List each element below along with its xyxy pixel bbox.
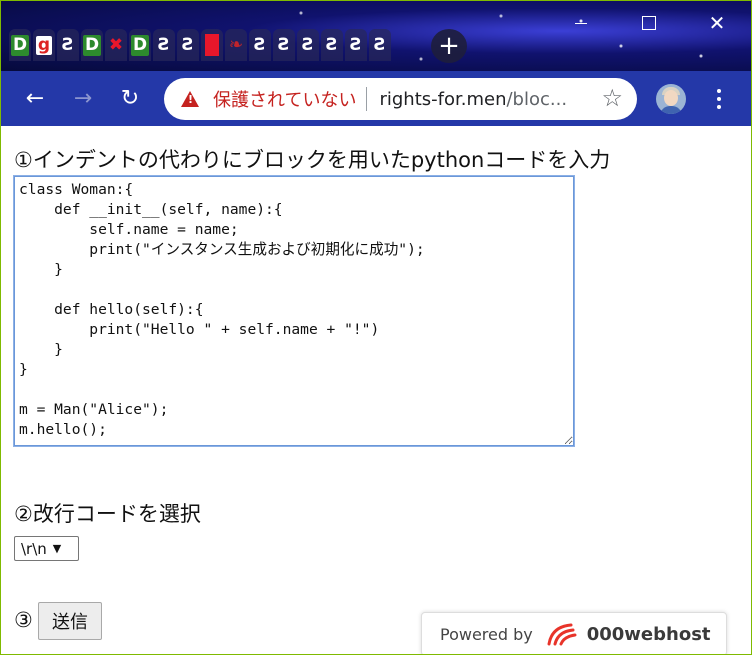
- profile-avatar[interactable]: [656, 84, 686, 114]
- close-window-button[interactable]: ✕: [683, 1, 751, 45]
- step3-label: ③: [14, 608, 33, 632]
- forward-button[interactable]: →: [68, 83, 98, 113]
- tab-favicon-swirl[interactable]: Ƨ: [57, 29, 79, 61]
- minimize-icon: [575, 22, 587, 24]
- tab-favicon-g[interactable]: g: [33, 29, 55, 61]
- brand-name: 000webhost: [586, 623, 711, 645]
- minimize-button[interactable]: [547, 1, 615, 45]
- tab-favicon-x[interactable]: ✖: [105, 29, 127, 61]
- divider: [366, 87, 368, 111]
- code-input[interactable]: [14, 176, 574, 446]
- submit-button[interactable]: 送信: [38, 602, 102, 640]
- tab-favicon-d[interactable]: D: [129, 29, 151, 61]
- tab-strip: D g Ƨ D ✖ D Ƨ Ƨ ❧ Ƨ Ƨ Ƨ Ƨ Ƨ Ƨ + ✕: [1, 1, 751, 71]
- reload-icon: ↻: [120, 85, 140, 111]
- warning-icon[interactable]: [181, 91, 199, 107]
- more-menu-icon[interactable]: [709, 84, 729, 114]
- tab-favicon-swirl[interactable]: Ƨ: [297, 29, 319, 61]
- bookmark-star-icon[interactable]: ☆: [601, 84, 623, 112]
- dropdown-arrow-icon: ▼: [52, 542, 62, 555]
- close-icon: ✕: [708, 11, 726, 35]
- webhost-logo-icon: [545, 622, 579, 646]
- browser-toolbar: ← → ↻ 保護されていない rights-for.men/bloc... ☆: [1, 71, 751, 126]
- maximize-icon: [642, 16, 656, 30]
- powered-by-text: Powered by: [440, 624, 533, 644]
- maximize-button[interactable]: [615, 1, 683, 45]
- arrow-right-icon: →: [73, 85, 93, 111]
- newline-selected-value: \r\n: [21, 539, 47, 558]
- tab-favicon-swirl[interactable]: Ƨ: [369, 29, 391, 61]
- url-text[interactable]: rights-for.men/bloc...: [379, 89, 579, 110]
- powered-by-badge[interactable]: Powered by 000webhost: [421, 612, 727, 654]
- tab-favicon-d[interactable]: D: [9, 29, 31, 61]
- back-button[interactable]: ←: [20, 83, 50, 113]
- tab-favicon-swirl[interactable]: Ƨ: [345, 29, 367, 61]
- url-path: /bloc...: [506, 88, 568, 110]
- tab-favicon-swirl[interactable]: Ƨ: [321, 29, 343, 61]
- security-status[interactable]: 保護されていない: [213, 86, 356, 112]
- tab-favicon-swirl[interactable]: Ƨ: [153, 29, 175, 61]
- arrow-left-icon: ←: [25, 85, 45, 111]
- tab-favicon-red-block[interactable]: [201, 29, 223, 61]
- new-tab-button[interactable]: +: [431, 29, 467, 63]
- newline-select[interactable]: \r\n ▼: [14, 536, 79, 561]
- tab-favicon-d[interactable]: D: [81, 29, 103, 61]
- url-domain: rights-for.men: [379, 88, 507, 110]
- pinned-tabs: D g Ƨ D ✖ D Ƨ Ƨ ❧ Ƨ Ƨ Ƨ Ƨ Ƨ Ƨ: [9, 23, 393, 67]
- tab-favicon-swirl[interactable]: Ƨ: [249, 29, 271, 61]
- plus-icon: +: [438, 31, 460, 61]
- reload-button[interactable]: ↻: [115, 83, 145, 113]
- tab-favicon-swirl[interactable]: Ƨ: [177, 29, 199, 61]
- browser-window: D g Ƨ D ✖ D Ƨ Ƨ ❧ Ƨ Ƨ Ƨ Ƨ Ƨ Ƨ + ✕ ← → ↻ …: [0, 0, 752, 655]
- address-bar[interactable]: 保護されていない rights-for.men/bloc... ☆: [164, 78, 637, 120]
- tab-favicon-swirl[interactable]: Ƨ: [273, 29, 295, 61]
- step2-label: ②改行コードを選択: [14, 502, 201, 526]
- step1-label: ①インデントの代わりにブロックを用いたpythonコードを入力: [14, 148, 611, 172]
- tab-favicon-swirl[interactable]: ❧: [225, 29, 247, 61]
- page-content: ①インデントの代わりにブロックを用いたpythonコードを入力 ②改行コードを選…: [1, 126, 751, 654]
